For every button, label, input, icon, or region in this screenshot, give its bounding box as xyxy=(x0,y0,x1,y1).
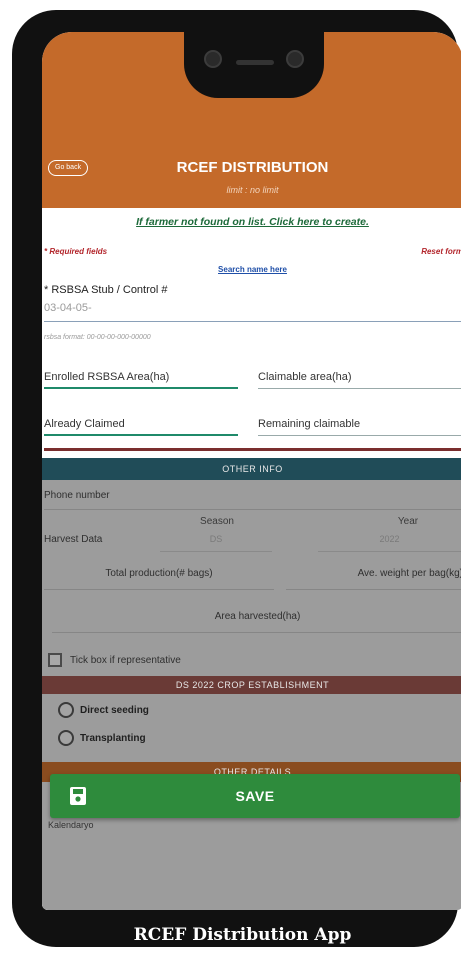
limit-text: limit : no limit xyxy=(226,185,279,195)
ave-weight-field[interactable]: Ave. weight per bag(kg) xyxy=(286,568,461,590)
rsbsa-label: * RSBSA Stub / Control # xyxy=(44,284,168,296)
transplanting-label: Transplanting xyxy=(80,732,146,744)
season-value[interactable]: DS xyxy=(160,534,272,552)
disabled-overlay-section: OTHER INFO Phone number Harvest Data Sea… xyxy=(42,458,461,910)
section-divider xyxy=(44,448,461,451)
crop-establishment-header: DS 2022 CROP ESTABLISHMENT xyxy=(42,676,461,694)
form-content: If farmer not found on list. Click here … xyxy=(42,208,461,910)
enrolled-area-field[interactable]: Enrolled RSBSA Area(ha) xyxy=(44,363,238,389)
year-value[interactable]: 2022 xyxy=(318,534,461,552)
phone-notch xyxy=(184,32,324,98)
front-camera-icon xyxy=(204,50,222,68)
sensor-icon xyxy=(286,50,304,68)
area-harvested-field[interactable]: Area harvested(ha) xyxy=(52,611,461,633)
other-info-header: OTHER INFO xyxy=(42,458,461,480)
transplanting-option[interactable]: Transplanting xyxy=(58,730,146,746)
app-caption: RCEF Distribution App xyxy=(133,925,352,945)
required-fields-note: * Required fields xyxy=(44,247,108,256)
rsbsa-format-hint: rsbsa format: 00-00-00-000-00000 xyxy=(44,334,151,341)
representative-checkbox-row[interactable]: Tick box if representative xyxy=(48,652,181,668)
direct-seeding-option[interactable]: Direct seeding xyxy=(58,702,149,718)
search-name-link[interactable]: Search name here xyxy=(42,265,461,274)
already-claimed-field[interactable]: Already Claimed xyxy=(44,410,238,436)
representative-checkbox[interactable] xyxy=(48,653,62,667)
phone-number-field[interactable]: Phone number xyxy=(44,490,461,510)
kalendaryo-field[interactable]: Kalendaryo xyxy=(48,820,94,830)
page-title: RCEF DISTRIBUTION xyxy=(176,159,329,176)
harvest-data-label: Harvest Data xyxy=(44,534,103,545)
total-production-field[interactable]: Total production(# bags) xyxy=(44,568,274,590)
representative-label: Tick box if representative xyxy=(70,654,181,666)
speaker-grille xyxy=(236,60,274,65)
create-farmer-link[interactable]: If farmer not found on list. Click here … xyxy=(42,216,461,228)
reset-form-link[interactable]: Reset form xyxy=(421,247,461,256)
remaining-claimable-field[interactable]: Remaining claimable xyxy=(258,410,461,436)
direct-seeding-label: Direct seeding xyxy=(80,704,149,716)
save-label: SAVE xyxy=(235,788,275,804)
rsbsa-input[interactable]: 03-04-05- xyxy=(44,302,461,322)
phone-frame: Go back RCEF DISTRIBUTION limit : no lim… xyxy=(12,10,461,947)
save-button[interactable]: SAVE xyxy=(50,774,460,818)
app-screen: Go back RCEF DISTRIBUTION limit : no lim… xyxy=(42,32,461,910)
direct-seeding-radio[interactable] xyxy=(58,702,74,718)
year-label: Year xyxy=(397,516,419,527)
transplanting-radio[interactable] xyxy=(58,730,74,746)
season-label: Season xyxy=(200,516,234,527)
claimable-area-field[interactable]: Claimable area(ha) xyxy=(258,363,461,389)
